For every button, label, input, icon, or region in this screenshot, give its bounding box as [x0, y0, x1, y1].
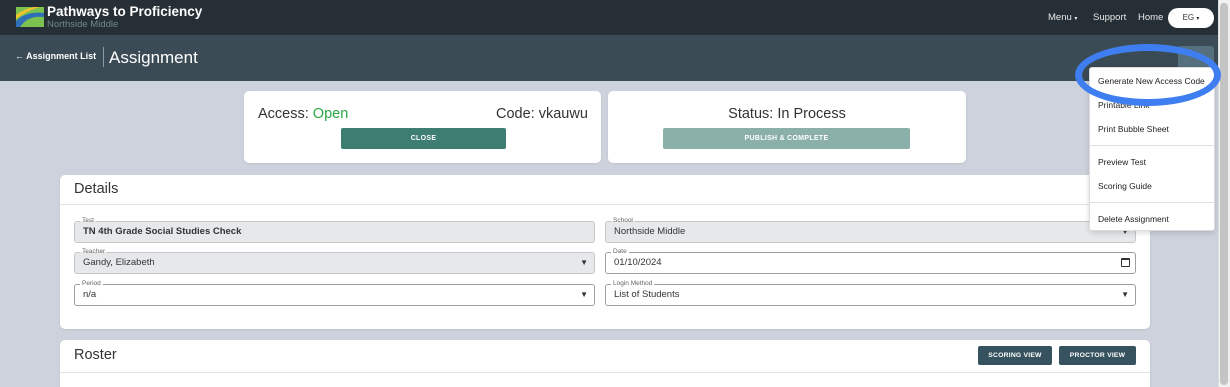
- scoring-guide-item[interactable]: Scoring Guide: [1098, 181, 1152, 191]
- code-label: Code:: [496, 106, 535, 122]
- school-select: Northside Middle ▼: [605, 221, 1136, 243]
- user-initials: EG: [1182, 13, 1195, 22]
- period-label: Period: [80, 280, 103, 288]
- logo-icon: [16, 7, 44, 27]
- support-link[interactable]: Support: [1093, 12, 1126, 23]
- close-access-button[interactable]: CLOSE: [341, 128, 506, 149]
- access-status: Access: Open: [258, 106, 348, 122]
- access-code: Code: vkauwu: [496, 106, 588, 122]
- period-value: n/a: [83, 289, 97, 300]
- user-menu-button[interactable]: EG ▾: [1168, 8, 1214, 28]
- login-method-label: Login Method: [611, 280, 655, 288]
- school-value: Northside Middle: [614, 226, 686, 237]
- access-label: Access:: [258, 106, 309, 122]
- menu-label: Menu: [1048, 12, 1072, 23]
- highlight-circle-annotation: [1075, 44, 1221, 106]
- caret-down-icon: ▼: [580, 290, 588, 299]
- calendar-icon[interactable]: [1121, 258, 1130, 267]
- test-value: TN 4th Grade Social Studies Check: [83, 226, 242, 237]
- access-card: [244, 91, 601, 163]
- roster-divider: [60, 372, 1150, 373]
- login-method-value: List of Students: [614, 289, 680, 300]
- header-divider: [103, 47, 104, 67]
- print-bubble-sheet-item[interactable]: Print Bubble Sheet: [1098, 124, 1169, 134]
- proctor-view-button[interactable]: PROCTOR VIEW: [1059, 346, 1136, 365]
- publish-complete-button[interactable]: PUBLISH & COMPLETE: [663, 128, 910, 149]
- caret-down-icon: ▾: [1074, 16, 1078, 22]
- page-title: Assignment: [109, 48, 198, 67]
- details-title: Details: [74, 181, 119, 197]
- teacher-label: Teacher: [80, 248, 108, 256]
- home-link[interactable]: Home: [1138, 12, 1163, 23]
- arrow-left-icon: ←: [15, 51, 24, 61]
- period-select[interactable]: n/a ▼: [74, 284, 595, 306]
- back-to-assignment-list-link[interactable]: ← Assignment List: [15, 51, 96, 61]
- status-card: [608, 91, 966, 163]
- date-input[interactable]: 01/10/2024: [605, 252, 1136, 274]
- menu-divider: [1090, 145, 1214, 146]
- school-name: Northside Middle: [47, 19, 119, 30]
- code-value: vkauwu: [538, 106, 588, 122]
- scrollbar-thumb[interactable]: [1220, 3, 1228, 385]
- teacher-select[interactable]: Gandy, Elizabeth ▼: [74, 252, 595, 274]
- preview-test-item[interactable]: Preview Test: [1098, 157, 1146, 167]
- teacher-value: Gandy, Elizabeth: [83, 257, 155, 268]
- access-value: Open: [312, 106, 349, 122]
- menu-dropdown[interactable]: Menu ▾: [1048, 12, 1077, 23]
- caret-down-icon: ▾: [1196, 16, 1200, 22]
- back-link-label: Assignment List: [26, 51, 97, 61]
- caret-down-icon: ▼: [580, 258, 588, 267]
- menu-divider: [1090, 202, 1214, 203]
- date-label: Date: [611, 248, 629, 256]
- school-label: School: [611, 217, 635, 225]
- test-field: TN 4th Grade Social Studies Check: [74, 221, 595, 243]
- details-divider: [60, 204, 1150, 205]
- assignment-status: Status: In Process: [728, 106, 846, 122]
- caret-down-icon: ▼: [1121, 290, 1129, 299]
- date-value: 01/10/2024: [614, 257, 662, 268]
- roster-title: Roster: [74, 347, 117, 363]
- login-method-select[interactable]: List of Students ▼: [605, 284, 1136, 306]
- delete-assignment-item[interactable]: Delete Assignment: [1098, 214, 1169, 224]
- scoring-view-button[interactable]: SCORING VIEW: [978, 346, 1052, 365]
- test-label: Test: [80, 217, 96, 225]
- brand-name[interactable]: Pathways to Proficiency: [47, 4, 202, 19]
